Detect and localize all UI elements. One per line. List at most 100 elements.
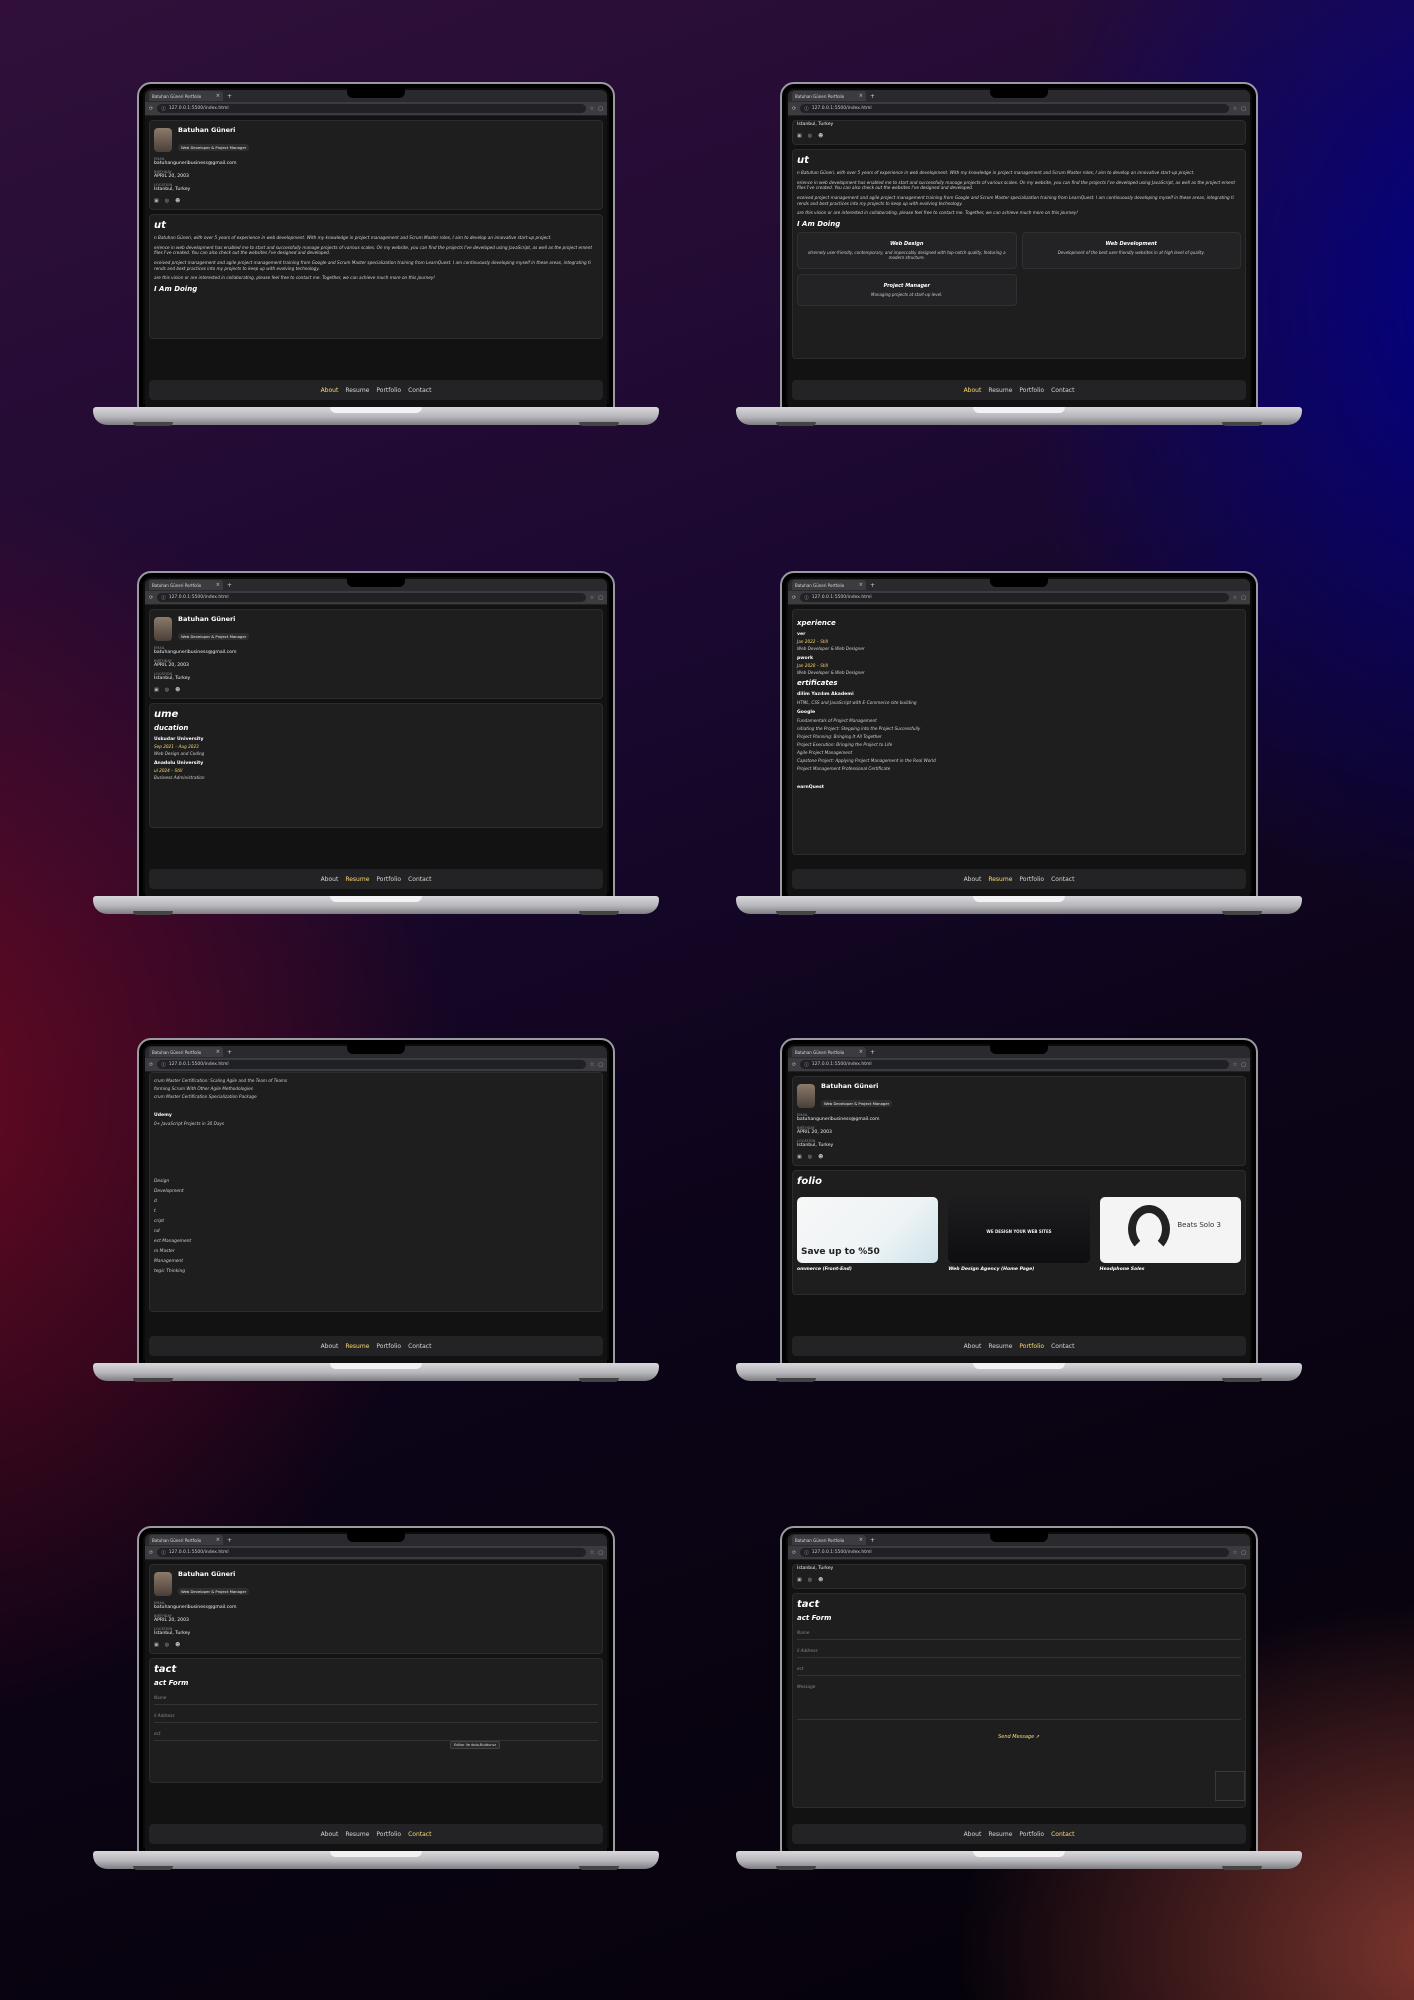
nav-contact[interactable]: Contact (408, 387, 431, 394)
new-tab-icon[interactable]: + (870, 93, 875, 100)
project-card[interactable]: Beats Solo 3 Headphone Sales (1099, 1197, 1241, 1272)
nav-portfolio[interactable]: Portfolio (1019, 387, 1044, 394)
nav-contact[interactable]: Contact (1051, 1343, 1074, 1350)
extensions-icon[interactable]: ▢ (598, 1062, 603, 1068)
close-tab-icon[interactable]: × (859, 1537, 863, 1543)
subject-field[interactable]: ect (154, 1723, 598, 1741)
nav-resume[interactable]: Resume (345, 1831, 369, 1838)
email-value[interactable]: batuhanguneribusiness@gmail.com (797, 1117, 1241, 1122)
nav-portfolio[interactable]: Portfolio (1019, 876, 1044, 883)
nav-portfolio[interactable]: Portfolio (376, 387, 401, 394)
github-icon[interactable]: ◎ (165, 198, 169, 204)
nav-contact[interactable]: Contact (408, 1343, 431, 1350)
github-icon[interactable]: ◎ (165, 687, 169, 693)
bookmark-star-icon[interactable]: ☆ (1233, 1550, 1237, 1556)
extensions-icon[interactable]: ▢ (1241, 106, 1246, 112)
email-field[interactable]: il Address (154, 1705, 598, 1723)
reload-icon[interactable]: ⟳ (792, 1062, 796, 1068)
nav-portfolio[interactable]: Portfolio (376, 876, 401, 883)
browser-tab[interactable]: Batuhan Güneri Portfolio × (149, 580, 223, 590)
nav-contact[interactable]: Contact (1051, 1831, 1074, 1838)
url-input[interactable]: ⓘ 127.0.0.1:5500/index.html (157, 104, 586, 113)
github-icon[interactable]: ◎ (808, 1154, 812, 1160)
discord-icon[interactable]: ☻ (175, 687, 180, 693)
browser-tab[interactable]: Batuhan Güneri Portfolio × (792, 1047, 866, 1057)
github-icon[interactable]: ◎ (808, 133, 812, 139)
close-tab-icon[interactable]: × (859, 1049, 863, 1055)
extensions-icon[interactable]: ▢ (598, 1550, 603, 1556)
close-tab-icon[interactable]: × (216, 1537, 220, 1543)
linkedin-icon[interactable]: ▣ (797, 1577, 802, 1583)
reload-icon[interactable]: ⟳ (149, 595, 153, 601)
nav-about[interactable]: About (964, 876, 982, 883)
nav-resume[interactable]: Resume (988, 1343, 1012, 1350)
url-input[interactable]: ⓘ 127.0.0.1:5500/index.html (157, 1060, 586, 1069)
nav-contact[interactable]: Contact (1051, 387, 1074, 394)
bookmark-star-icon[interactable]: ☆ (1233, 1062, 1237, 1068)
bookmark-star-icon[interactable]: ☆ (1233, 595, 1237, 601)
nav-portfolio[interactable]: Portfolio (376, 1831, 401, 1838)
subject-field[interactable]: ect (797, 1658, 1241, 1676)
name-field[interactable]: Name (154, 1687, 598, 1705)
close-tab-icon[interactable]: × (859, 582, 863, 588)
bookmark-star-icon[interactable]: ☆ (1233, 106, 1237, 112)
bookmark-star-icon[interactable]: ☆ (590, 1550, 594, 1556)
message-field[interactable]: Message (797, 1676, 1241, 1720)
close-tab-icon[interactable]: × (216, 93, 220, 99)
extensions-icon[interactable]: ▢ (1241, 595, 1246, 601)
bookmark-star-icon[interactable]: ☆ (590, 1062, 594, 1068)
project-thumbnail[interactable]: WE DESIGN YOUR WEB SITES (948, 1197, 1090, 1263)
send-message-button[interactable]: Send Message ➚ (797, 1734, 1241, 1740)
nav-about[interactable]: About (321, 1343, 339, 1350)
bookmark-star-icon[interactable]: ☆ (590, 595, 594, 601)
new-tab-icon[interactable]: + (227, 582, 232, 589)
url-input[interactable]: ⓘ 127.0.0.1:5500/index.html (157, 593, 586, 602)
linkedin-icon[interactable]: ▣ (154, 1642, 159, 1648)
bookmark-star-icon[interactable]: ☆ (590, 106, 594, 112)
reload-icon[interactable]: ⟳ (792, 595, 796, 601)
nav-contact[interactable]: Contact (1051, 876, 1074, 883)
url-input[interactable]: ⓘ 127.0.0.1:5500/index.html (157, 1548, 586, 1557)
new-tab-icon[interactable]: + (227, 93, 232, 100)
project-thumbnail[interactable]: Beats Solo 3 (1099, 1197, 1241, 1263)
extensions-icon[interactable]: ▢ (1241, 1550, 1246, 1556)
nav-about[interactable]: About (964, 1343, 982, 1350)
nav-resume[interactable]: Resume (345, 387, 369, 394)
close-tab-icon[interactable]: × (216, 582, 220, 588)
nav-about[interactable]: About (321, 876, 339, 883)
nav-about[interactable]: About (964, 1831, 982, 1838)
nav-about[interactable]: About (321, 1831, 339, 1838)
url-input[interactable]: ⓘ 127.0.0.1:5500/index.html (800, 593, 1229, 602)
nav-contact[interactable]: Contact (408, 1831, 431, 1838)
new-tab-icon[interactable]: + (870, 1537, 875, 1544)
email-value[interactable]: batuhanguneribusiness@gmail.com (154, 650, 598, 655)
url-input[interactable]: ⓘ 127.0.0.1:5500/index.html (800, 1060, 1229, 1069)
browser-tab[interactable]: Batuhan Güneri Portfolio × (792, 91, 866, 101)
new-tab-icon[interactable]: + (227, 1537, 232, 1544)
browser-tab[interactable]: Batuhan Güneri Portfolio × (792, 580, 866, 590)
nav-contact[interactable]: Contact (408, 876, 431, 883)
discord-icon[interactable]: ☻ (818, 133, 823, 139)
project-card[interactable]: Save up to %50 ommerce (Front-End) (797, 1197, 939, 1272)
browser-tab[interactable]: Batuhan Güneri Portfolio × (149, 1535, 223, 1545)
nav-resume[interactable]: Resume (988, 876, 1012, 883)
nav-portfolio[interactable]: Portfolio (1019, 1343, 1044, 1350)
name-field[interactable]: Name (797, 1622, 1241, 1640)
nav-resume[interactable]: Resume (345, 876, 369, 883)
url-input[interactable]: ⓘ 127.0.0.1:5500/index.html (800, 1548, 1229, 1557)
extensions-icon[interactable]: ▢ (598, 595, 603, 601)
nav-about[interactable]: About (964, 387, 982, 394)
nav-resume[interactable]: Resume (988, 387, 1012, 394)
linkedin-icon[interactable]: ▣ (154, 198, 159, 204)
nav-portfolio[interactable]: Portfolio (376, 1343, 401, 1350)
email-value[interactable]: batuhanguneribusiness@gmail.com (154, 1605, 598, 1610)
project-thumbnail[interactable]: Save up to %50 (797, 1197, 939, 1263)
browser-tab[interactable]: Batuhan Güneri Portfolio × (149, 91, 223, 101)
discord-icon[interactable]: ☻ (818, 1577, 823, 1583)
email-field[interactable]: il Address (797, 1640, 1241, 1658)
discord-icon[interactable]: ☻ (818, 1154, 823, 1160)
reload-icon[interactable]: ⟳ (792, 1550, 796, 1556)
new-tab-icon[interactable]: + (870, 1049, 875, 1056)
new-tab-icon[interactable]: + (227, 1049, 232, 1056)
discord-icon[interactable]: ☻ (175, 1642, 180, 1648)
